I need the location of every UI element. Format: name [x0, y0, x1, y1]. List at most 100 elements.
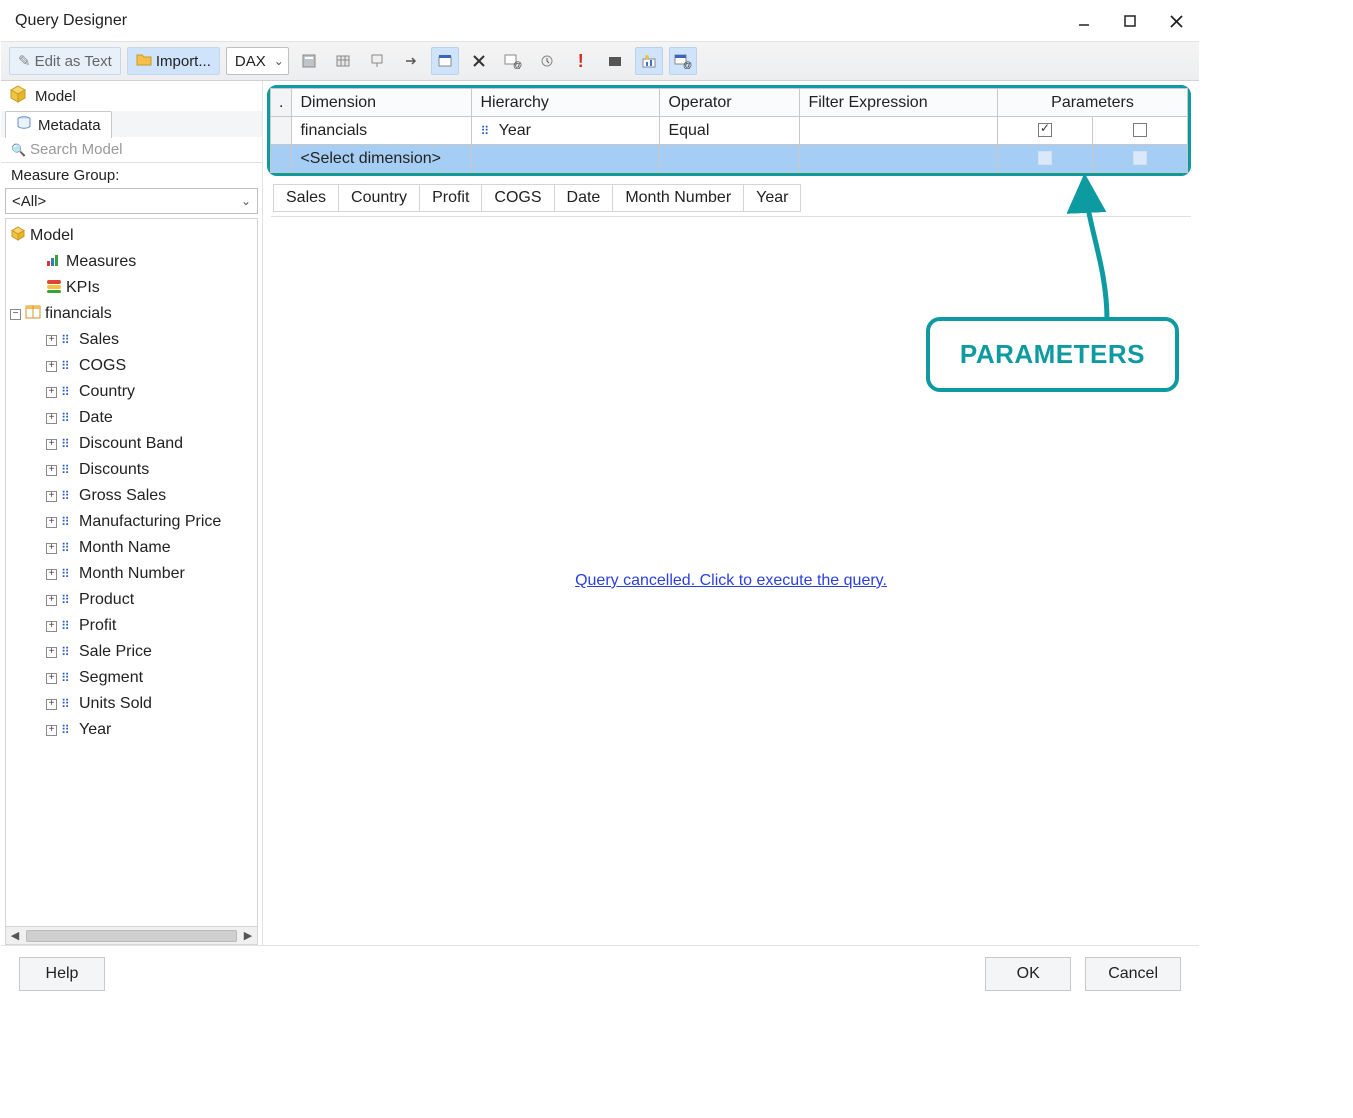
scroll-left-arrow[interactable]: ◀	[6, 929, 24, 942]
filter-grid[interactable]: . Dimension Hierarchy Operator Filter Ex…	[270, 88, 1188, 173]
tree-column[interactable]: +Sales	[10, 327, 257, 353]
expand-icon[interactable]: +	[46, 569, 57, 580]
tree-column[interactable]: +Discounts	[10, 457, 257, 483]
tree-column[interactable]: +Discount Band	[10, 431, 257, 457]
toolbar-icon-5[interactable]	[431, 47, 459, 75]
expand-icon[interactable]: +	[46, 595, 57, 606]
toolbar-icon-7[interactable]	[533, 47, 561, 75]
toolbar-icon-3[interactable]	[363, 47, 391, 75]
help-button[interactable]: Help	[19, 957, 105, 991]
expand-icon[interactable]: +	[46, 387, 57, 398]
expand-icon[interactable]: +	[46, 465, 57, 476]
filter-row-1[interactable]: financials Year Equal	[271, 117, 1188, 145]
tree-measures[interactable]: Measures	[10, 249, 257, 275]
expand-icon[interactable]: +	[46, 335, 57, 346]
cancel-button[interactable]: Cancel	[1085, 957, 1181, 991]
tree-column[interactable]: +COGS	[10, 353, 257, 379]
col-operator[interactable]: Operator	[660, 89, 800, 117]
filter-param-checkbox-1[interactable]	[998, 117, 1093, 145]
toolbar-icon-1[interactable]	[295, 47, 323, 75]
filter-dimension-cell[interactable]: financials	[292, 117, 472, 145]
toolbar-icon-2[interactable]	[329, 47, 357, 75]
column-tab[interactable]: COGS	[481, 184, 554, 212]
row-selector-header[interactable]: .	[271, 89, 292, 117]
tree-column[interactable]: +Product	[10, 587, 257, 613]
column-tab[interactable]: Date	[554, 184, 614, 212]
collapse-icon[interactable]: −	[10, 309, 21, 320]
col-dimension[interactable]: Dimension	[292, 89, 472, 117]
filter-expression-cell[interactable]	[800, 117, 998, 145]
col-hierarchy[interactable]: Hierarchy	[472, 89, 660, 117]
tree-root[interactable]: Model	[10, 223, 257, 249]
toolbar-icon-delete[interactable]	[465, 47, 493, 75]
minimize-button[interactable]	[1061, 1, 1107, 41]
tree-column[interactable]: +Country	[10, 379, 257, 405]
tree-table-financials[interactable]: − financials	[10, 301, 257, 327]
col-parameters[interactable]: Parameters	[998, 89, 1188, 117]
tree-column[interactable]: +Profit	[10, 613, 257, 639]
measure-group-select[interactable]: <All> ⌄	[5, 188, 258, 214]
toolbar-icon-10[interactable]: @	[669, 47, 697, 75]
tree-column[interactable]: +Gross Sales	[10, 483, 257, 509]
empty-cell[interactable]	[800, 145, 998, 173]
toolbar-icon-8[interactable]	[601, 47, 629, 75]
expand-icon[interactable]: +	[46, 647, 57, 658]
expand-icon[interactable]: +	[46, 491, 57, 502]
column-tab[interactable]: Profit	[419, 184, 482, 212]
tree-table-label: financials	[45, 305, 112, 323]
expand-icon[interactable]: +	[46, 361, 57, 372]
empty-cell[interactable]	[472, 145, 660, 173]
tree-kpis[interactable]: KPIs	[10, 275, 257, 301]
expand-icon[interactable]: +	[46, 621, 57, 632]
toolbar-icon-4[interactable]	[397, 47, 425, 75]
maximize-button[interactable]	[1107, 1, 1153, 41]
filter-operator-cell[interactable]: Equal	[660, 117, 800, 145]
close-button[interactable]	[1153, 1, 1199, 41]
expand-icon[interactable]: +	[46, 725, 57, 736]
expand-icon[interactable]: +	[46, 543, 57, 554]
tree-column[interactable]: +Sale Price	[10, 639, 257, 665]
column-tab[interactable]: Month Number	[612, 184, 744, 212]
import-button[interactable]: Import...	[127, 47, 220, 75]
filter-hierarchy-cell[interactable]: Year	[472, 117, 660, 145]
language-select[interactable]: DAX ⌄	[226, 47, 289, 75]
filter-param-checkbox-1[interactable]	[998, 145, 1093, 173]
toolbar-icon-6[interactable]: @	[499, 47, 527, 75]
metadata-tree[interactable]: Model Measures KPIs	[5, 218, 258, 945]
tree-column[interactable]: +Month Name	[10, 535, 257, 561]
edit-as-text-button[interactable]: ✎ Edit as Text	[9, 47, 121, 75]
expand-icon[interactable]: +	[46, 439, 57, 450]
select-dimension-placeholder[interactable]: <Select dimension>	[292, 145, 472, 173]
expand-icon[interactable]: +	[46, 413, 57, 424]
execute-query-link[interactable]: Query cancelled. Click to execute the qu…	[575, 572, 887, 590]
tree-column[interactable]: +Month Number	[10, 561, 257, 587]
tree-column[interactable]: +Segment	[10, 665, 257, 691]
toolbar-icon-alert[interactable]: !	[567, 47, 595, 75]
tree-horizontal-scrollbar[interactable]: ◀ ▶	[6, 926, 257, 944]
filter-param-checkbox-2[interactable]	[1093, 117, 1188, 145]
hierarchy-icon	[61, 487, 75, 505]
filter-new-row[interactable]: <Select dimension>	[271, 145, 1188, 173]
column-tab[interactable]: Sales	[273, 184, 339, 212]
ok-button[interactable]: OK	[985, 957, 1071, 991]
empty-cell[interactable]	[660, 145, 800, 173]
tree-column[interactable]: +Units Sold	[10, 691, 257, 717]
column-tab[interactable]: Country	[338, 184, 420, 212]
scroll-thumb[interactable]	[26, 930, 237, 942]
expand-icon[interactable]: +	[46, 699, 57, 710]
row-selector[interactable]	[271, 117, 292, 145]
metadata-tab[interactable]: Metadata	[5, 111, 112, 138]
cube-icon	[10, 226, 26, 247]
toolbar-icon-9[interactable]	[635, 47, 663, 75]
scroll-right-arrow[interactable]: ▶	[239, 929, 257, 942]
expand-icon[interactable]: +	[46, 517, 57, 528]
expand-icon[interactable]: +	[46, 673, 57, 684]
tree-column[interactable]: +Date	[10, 405, 257, 431]
filter-param-checkbox-2[interactable]	[1093, 145, 1188, 173]
tree-column[interactable]: +Year	[10, 717, 257, 743]
search-model-input[interactable]: Search Model	[1, 137, 262, 163]
column-tab[interactable]: Year	[743, 184, 801, 212]
tree-column[interactable]: +Manufacturing Price	[10, 509, 257, 535]
col-filter-expression[interactable]: Filter Expression	[800, 89, 998, 117]
row-selector[interactable]	[271, 145, 292, 173]
